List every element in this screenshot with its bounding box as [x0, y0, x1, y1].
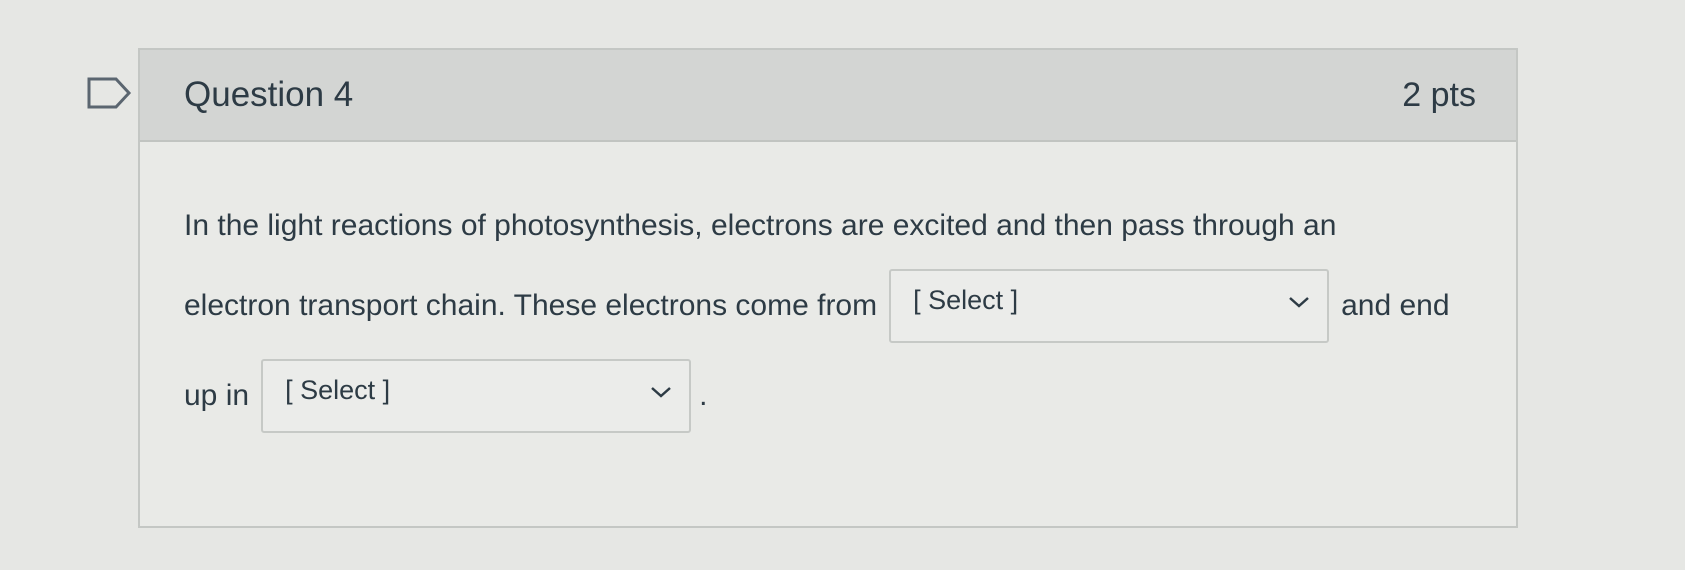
electron-source-dropdown[interactable]: [ Select ] [889, 269, 1330, 343]
chevron-down-icon [651, 387, 671, 398]
dropdown-2-value: [ Select ] [285, 374, 391, 405]
question-body: In the light reactions of photosynthesis… [140, 142, 1516, 434]
question-text-3a: up in [184, 379, 250, 412]
electron-destination-dropdown[interactable]: [ Select ] [261, 359, 692, 433]
question-text-line-3: up in [ Select ] . [184, 358, 1476, 434]
question-title: Question 4 [184, 75, 354, 114]
chevron-down-icon [1289, 297, 1309, 308]
question-text-2b: and end [1341, 289, 1450, 322]
question-text-2a: electron transport chain. These electron… [184, 289, 878, 322]
question-text-line-1: In the light reactions of photosynthesis… [184, 204, 1476, 248]
question-points: 2 pts [1402, 75, 1476, 114]
question-card: Question 4 2 pts In the light reactions … [138, 48, 1518, 528]
question-text-1: In the light reactions of photosynthesis… [184, 209, 1337, 242]
question-text-3b: . [699, 379, 708, 412]
question-text-line-2: electron transport chain. These electron… [184, 268, 1476, 344]
dropdown-1-value: [ Select ] [913, 284, 1019, 315]
flag-question-icon[interactable] [86, 76, 132, 110]
question-header: Question 4 2 pts [140, 50, 1516, 142]
